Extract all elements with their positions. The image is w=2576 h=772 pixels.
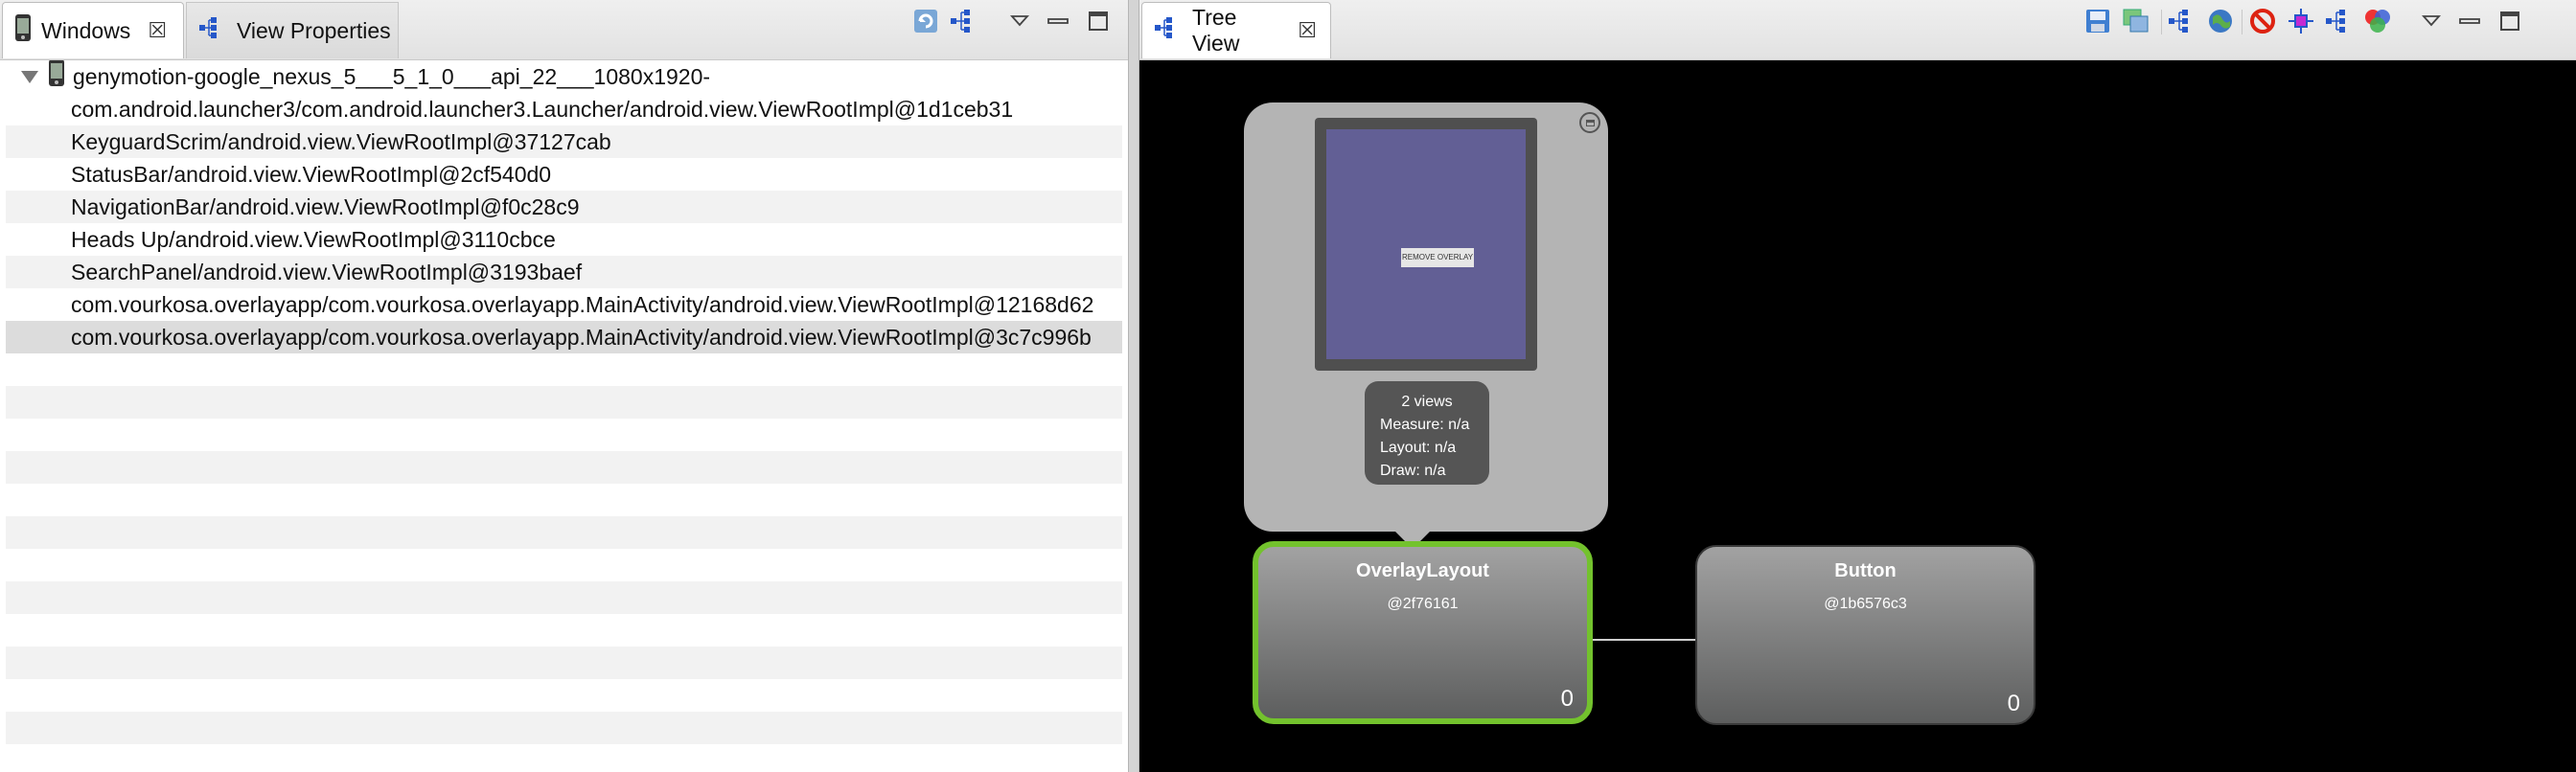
view-menu-icon[interactable] <box>2416 6 2447 36</box>
invalidate-icon[interactable] <box>2247 6 2278 36</box>
globe-icon[interactable] <box>2205 6 2236 36</box>
device-preview-screen: REMOVE OVERLAY <box>1326 129 1526 359</box>
load-view-hierarchy-icon[interactable] <box>949 6 979 36</box>
empty-row <box>6 451 1122 484</box>
window-row[interactable]: Heads Up/android.view.ViewRootImpl@3110c… <box>6 223 1122 256</box>
save-icon[interactable] <box>2082 6 2113 36</box>
empty-row <box>6 549 1122 581</box>
empty-row <box>6 516 1122 549</box>
node-child-count: 0 <box>2007 691 2020 716</box>
tree-icon[interactable] <box>2167 6 2197 36</box>
device-row[interactable]: genymotion-google_nexus_5___5_1_0___api_… <box>6 60 1122 93</box>
toolbar-separator <box>2161 10 2162 34</box>
node-hash: @2f76161 <box>1387 596 1459 612</box>
device-label: genymotion-google_nexus_5___5_1_0___api_… <box>73 64 711 89</box>
tree-view-panel: Tree View ☒ REMOVE OVERLAY 2 views Measu… <box>1138 0 2576 772</box>
node-hash: @1b6576c3 <box>1824 596 1907 612</box>
empty-row <box>6 614 1122 647</box>
remove-overlay-button: REMOVE OVERLAY <box>1401 248 1474 267</box>
view-stats: 2 views Measure: n/a Layout: n/a Draw: n… <box>1365 381 1489 485</box>
tab-tree-view[interactable]: Tree View ☒ <box>1141 2 1331 58</box>
empty-row <box>6 484 1122 516</box>
tab-windows[interactable]: Windows ☒ <box>2 2 184 58</box>
node-name: OverlayLayout <box>1356 560 1489 581</box>
window-row[interactable]: NavigationBar/android.view.ViewRootImpl@… <box>6 191 1122 223</box>
window-label: NavigationBar/android.view.ViewRootImpl@… <box>71 194 580 219</box>
expand-triangle-icon[interactable] <box>21 70 38 83</box>
window-row[interactable]: SearchPanel/android.view.ViewRootImpl@31… <box>6 256 1122 288</box>
device-icon <box>48 60 65 96</box>
window-row-selected[interactable]: com.vourkosa.overlayapp/com.vourkosa.ove… <box>6 321 1122 353</box>
empty-row <box>6 744 1122 772</box>
tree-node-button[interactable]: Button @1b6576c3 0 <box>1695 545 2036 725</box>
empty-row <box>6 419 1122 451</box>
windows-list: genymotion-google_nexus_5___5_1_0___api_… <box>6 60 1122 772</box>
window-row[interactable]: com.android.launcher3/com.android.launch… <box>6 93 1122 125</box>
draw-stat: Draw: n/a <box>1380 463 1446 479</box>
window-label: Heads Up/android.view.ViewRootImpl@3110c… <box>71 227 556 252</box>
close-icon[interactable]: ☒ <box>148 18 167 43</box>
layers-icon[interactable] <box>2121 6 2151 36</box>
tab-tree-view-label: Tree View <box>1192 5 1240 56</box>
node-child-count: 0 <box>1560 686 1574 712</box>
empty-row <box>6 353 1122 386</box>
maximize-preview-icon[interactable] <box>1579 112 1600 133</box>
right-tabbar: Tree View ☒ <box>1139 0 2576 60</box>
tree-connector <box>1593 639 1695 641</box>
tab-windows-label: Windows <box>41 17 131 43</box>
tree-canvas[interactable]: REMOVE OVERLAY 2 views Measure: n/a Layo… <box>1139 60 2576 772</box>
window-label: com.android.launcher3/com.android.launch… <box>71 97 1014 122</box>
window-label: KeyguardScrim/android.view.ViewRootImpl@… <box>71 129 611 154</box>
maximize-icon[interactable] <box>1083 6 1114 36</box>
empty-row <box>6 647 1122 679</box>
layout-stat: Layout: n/a <box>1380 440 1457 456</box>
tab-view-properties-label: View Properties <box>237 17 391 43</box>
views-count: 2 views <box>1401 394 1453 410</box>
window-label: SearchPanel/android.view.ViewRootImpl@31… <box>71 260 583 284</box>
empty-row <box>6 581 1122 614</box>
maximize-icon[interactable] <box>2495 6 2525 36</box>
window-row[interactable]: KeyguardScrim/android.view.ViewRootImpl@… <box>6 125 1122 158</box>
empty-row <box>6 679 1122 712</box>
device-preview-frame: REMOVE OVERLAY <box>1315 118 1537 371</box>
node-name: Button <box>1834 560 1897 581</box>
tab-view-properties[interactable]: View Properties <box>186 2 399 58</box>
minimize-icon[interactable] <box>1043 6 1073 36</box>
node-preview-popup: REMOVE OVERLAY 2 views Measure: n/a Layo… <box>1244 102 1608 532</box>
minimize-icon[interactable] <box>2454 6 2485 36</box>
view-menu-icon[interactable] <box>1004 6 1035 36</box>
tree-node-overlaylayout[interactable]: OverlayLayout @2f76161 0 <box>1253 541 1593 724</box>
windows-panel: Windows ☒ View Properties genymotion-goo… <box>0 0 1129 772</box>
left-tabbar: Windows ☒ View Properties <box>0 0 1128 60</box>
empty-row <box>6 386 1122 419</box>
empty-row <box>6 712 1122 744</box>
window-row[interactable]: com.vourkosa.overlayapp/com.vourkosa.ove… <box>6 288 1122 321</box>
refresh-icon[interactable] <box>910 6 941 36</box>
window-label: com.vourkosa.overlayapp/com.vourkosa.ove… <box>71 325 1092 350</box>
window-label: com.vourkosa.overlayapp/com.vourkosa.ove… <box>71 292 1094 317</box>
measure-stat: Measure: n/a <box>1380 417 1470 433</box>
tree-icon <box>198 15 227 46</box>
window-row[interactable]: StatusBar/android.view.ViewRootImpl@2cf5… <box>6 158 1122 191</box>
window-label: StatusBar/android.view.ViewRootImpl@2cf5… <box>71 162 552 187</box>
color-icon[interactable] <box>2362 6 2393 36</box>
hierarchy-icon[interactable] <box>2324 6 2355 36</box>
close-icon[interactable]: ☒ <box>1298 18 1317 43</box>
tree-icon <box>1154 15 1183 46</box>
request-layout-icon[interactable] <box>2286 6 2316 36</box>
device-icon <box>14 13 32 48</box>
